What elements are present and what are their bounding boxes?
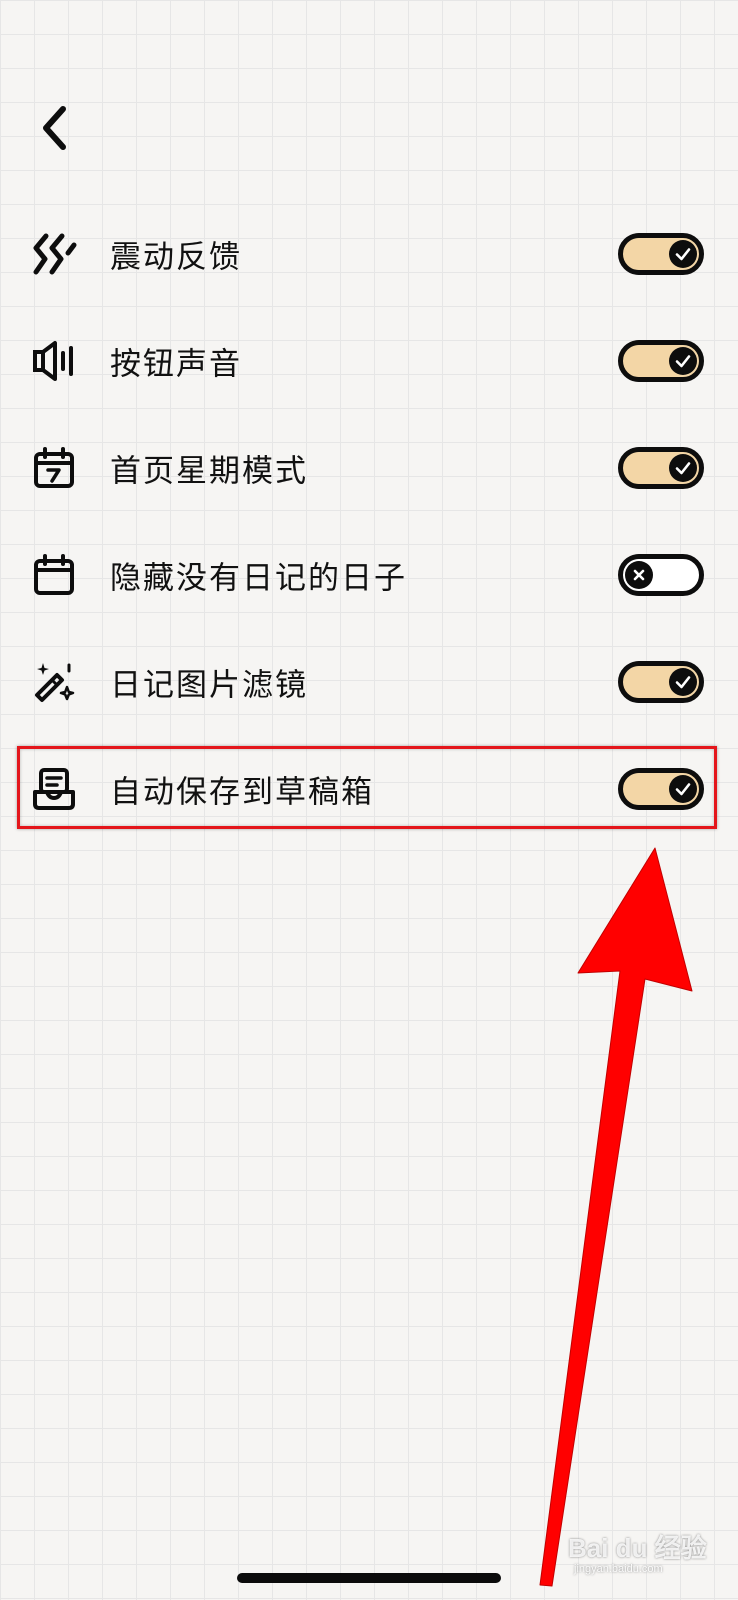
setting-row-hide-empty-days: 隐藏没有日记的日子 [0,521,738,628]
setting-row-button-sound: 按钮声音 [0,307,738,414]
home-indicator [237,1573,501,1583]
setting-row-image-filter: 日记图片滤镜 [0,628,738,735]
setting-row-vibration: 震动反馈 [0,200,738,307]
speaker-icon [30,337,78,385]
image-filter-toggle[interactable] [618,660,704,703]
chevron-left-icon [43,106,66,150]
calendar-icon [30,551,78,599]
setting-row-autosave-drafts: 自动保存到草稿箱 [0,735,738,842]
setting-label: 震动反馈 [110,239,242,275]
setting-label: 自动保存到草稿箱 [110,774,374,810]
setting-label: 隐藏没有日记的日子 [110,560,407,596]
back-button[interactable] [30,100,78,156]
setting-row-week-mode: 首页星期模式 [0,414,738,521]
setting-label: 按钮声音 [110,346,242,382]
magic-wand-icon [30,658,78,706]
vibration-toggle[interactable] [618,232,704,275]
check-icon [669,346,697,375]
week-mode-toggle[interactable] [618,446,704,489]
watermark-url: jingyan.baidu.com [574,1563,663,1575]
check-icon [669,453,697,482]
setting-label: 日记图片滤镜 [110,667,308,703]
vibration-icon [30,230,78,278]
setting-label: 首页星期模式 [110,453,308,489]
hide-empty-days-toggle[interactable] [618,553,704,596]
drafts-inbox-icon [30,765,78,813]
button-sound-toggle[interactable] [618,339,704,382]
settings-list: 震动反馈 按钮声音 首页星期模式 隐藏没有日记的日子 日记图片滤镜 自动保存到草… [0,200,738,842]
check-icon [669,667,697,696]
check-icon [669,774,697,803]
calendar-week-icon [30,444,78,492]
watermark-brand: Bai du 经验 [568,1533,707,1563]
check-icon [669,239,697,268]
autosave-drafts-toggle[interactable] [618,767,704,810]
x-icon [625,560,653,589]
